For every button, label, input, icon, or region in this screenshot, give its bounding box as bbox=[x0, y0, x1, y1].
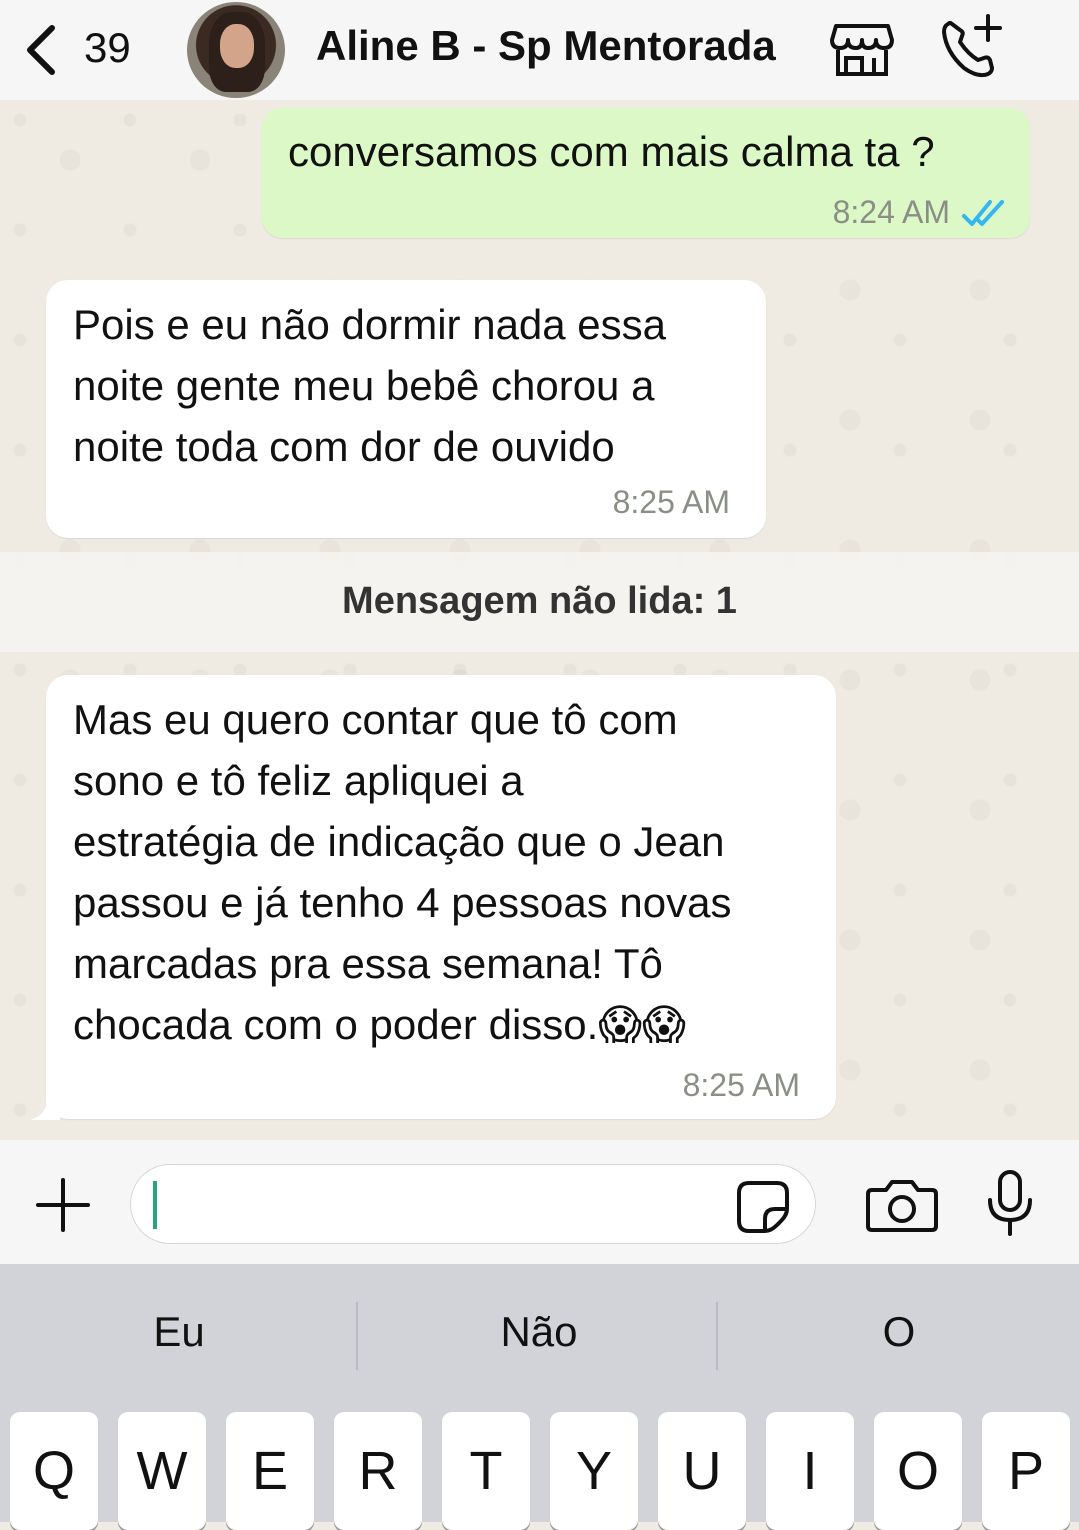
message-text: Mas eu quero contar que tô com sono e tô… bbox=[73, 696, 732, 1048]
read-receipt-icon bbox=[962, 200, 1004, 226]
key-o[interactable]: O bbox=[874, 1412, 962, 1530]
back-chevron-icon[interactable] bbox=[20, 22, 60, 78]
text-caret bbox=[153, 1181, 157, 1229]
message-time: 8:24 AM bbox=[832, 194, 950, 230]
outgoing-message[interactable]: conversamos com mais calma ta ? 8:24 AM bbox=[262, 108, 1030, 238]
unread-divider: Mensagem não lida: 1 bbox=[0, 552, 1079, 652]
key-i[interactable]: I bbox=[766, 1412, 854, 1530]
message-input[interactable] bbox=[130, 1164, 816, 1244]
key-u[interactable]: U bbox=[658, 1412, 746, 1530]
suggestion-3[interactable]: O bbox=[720, 1308, 1078, 1356]
key-q[interactable]: Q bbox=[10, 1412, 98, 1530]
incoming-message[interactable]: Pois e eu não dormir nada essa noite gen… bbox=[46, 280, 766, 538]
contact-avatar[interactable] bbox=[187, 2, 285, 98]
key-t[interactable]: T bbox=[442, 1412, 530, 1530]
message-text: conversamos com mais calma ta ? bbox=[288, 128, 935, 175]
business-store-icon[interactable] bbox=[828, 20, 896, 80]
suggestion-divider bbox=[356, 1302, 358, 1370]
suggestion-divider bbox=[716, 1302, 718, 1370]
key-y[interactable]: Y bbox=[550, 1412, 638, 1530]
message-composer bbox=[0, 1140, 1079, 1264]
avatar-face bbox=[220, 24, 254, 68]
sticker-icon[interactable] bbox=[735, 1179, 791, 1235]
attach-plus-icon[interactable] bbox=[34, 1176, 92, 1234]
message-time: 8:25 AM bbox=[682, 1067, 800, 1103]
key-r[interactable]: R bbox=[334, 1412, 422, 1530]
message-text: Pois e eu não dormir nada essa noite gen… bbox=[73, 301, 667, 470]
camera-icon[interactable] bbox=[866, 1176, 938, 1234]
suggestion-1[interactable]: Eu bbox=[0, 1308, 358, 1356]
onscreen-keyboard: Eu Não O Q W E R T Y U I O P bbox=[0, 1264, 1079, 1530]
message-time: 8:25 AM bbox=[612, 484, 730, 520]
bubble-tail bbox=[30, 1100, 60, 1120]
microphone-icon[interactable] bbox=[984, 1168, 1036, 1238]
key-e[interactable]: E bbox=[226, 1412, 314, 1530]
key-w[interactable]: W bbox=[118, 1412, 206, 1530]
suggestion-2[interactable]: Não bbox=[360, 1308, 718, 1356]
add-call-icon[interactable] bbox=[938, 14, 1006, 80]
contact-name[interactable]: Aline B - Sp Mentorada bbox=[316, 22, 776, 70]
chat-messages-area[interactable]: conversamos com mais calma ta ? 8:24 AM … bbox=[0, 100, 1079, 1140]
unread-chats-count[interactable]: 39 bbox=[84, 24, 131, 72]
unread-divider-label: Mensagem não lida: 1 bbox=[342, 580, 737, 622]
incoming-message[interactable]: Mas eu quero contar que tô com sono e tô… bbox=[46, 675, 836, 1119]
key-p[interactable]: P bbox=[982, 1412, 1070, 1530]
chat-header: 39 Aline B - Sp Mentorada bbox=[0, 0, 1079, 101]
